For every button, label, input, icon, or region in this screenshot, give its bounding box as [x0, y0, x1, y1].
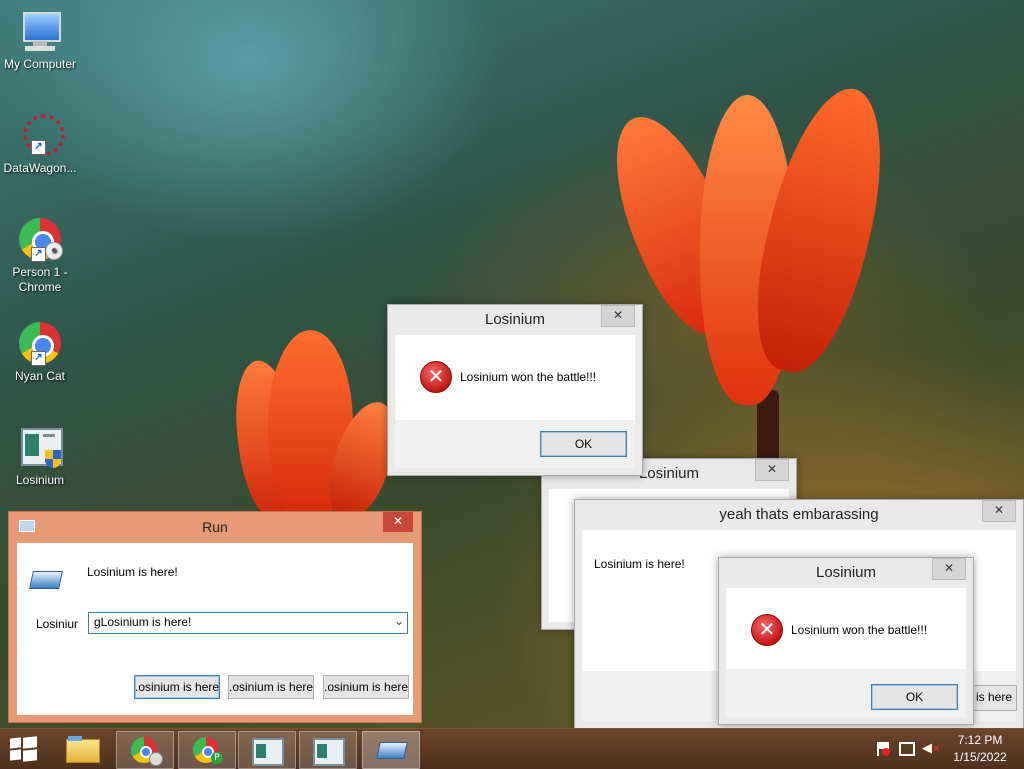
desktop-icon-label: My Computer	[3, 57, 77, 71]
close-button[interactable]: ✕	[383, 512, 413, 532]
run-input[interactable]: gLosinium is here! ⌄	[88, 612, 408, 634]
taskbar-file-explorer[interactable]	[54, 731, 110, 767]
shortcut-arrow-icon: ↗	[31, 140, 46, 155]
run-title: Run	[202, 519, 228, 535]
desktop-icon-losinium[interactable]: Losinium	[0, 424, 80, 488]
desktop-icon-nyan-cat[interactable]: ↗ Nyan Cat	[0, 320, 80, 384]
close-button[interactable]: ✕	[755, 459, 789, 481]
run-description: Losinium is here!	[87, 565, 178, 579]
action-center-flag-icon[interactable]	[876, 742, 890, 756]
losinium-dialog-top[interactable]: Losinium ✕ ✕ Losinium won the battle!!! …	[387, 304, 643, 476]
run-client: Losinium is here! Losiniur gLosinium is …	[17, 543, 413, 715]
desktop-icon-label: Person 1 - Chrome	[12, 265, 68, 294]
run-dialog[interactable]: Run ✕ Losinium is here! Losiniur gLosini…	[8, 511, 422, 723]
computer-icon	[17, 8, 63, 54]
network-icon[interactable]	[899, 742, 915, 756]
chrome-icon: ↗	[17, 320, 63, 366]
taskbar-run[interactable]	[362, 731, 420, 769]
datawagon-icon: ↗	[17, 112, 65, 158]
run-icon	[376, 742, 408, 759]
speaker-muted-icon[interactable]: ◀✕	[922, 741, 940, 757]
close-button[interactable]: ✕	[982, 500, 1016, 522]
taskbar-app-window-1[interactable]	[238, 731, 296, 769]
ok-button[interactable]: OK	[871, 684, 958, 710]
run-button-3[interactable]: .osinium is here	[323, 675, 409, 699]
desktop-icon-person1-chrome[interactable]: ● ↗ Person 1 - Chrome	[0, 216, 80, 295]
shortcut-arrow-icon: ↗	[31, 351, 46, 366]
taskbar-app-window-2[interactable]	[299, 731, 357, 769]
app-window-shield-icon	[17, 424, 63, 470]
close-button[interactable]: ✕	[932, 558, 966, 580]
dialog-message: Losinium won the battle!!!	[460, 370, 597, 384]
losinium-dialog-inner[interactable]: Losinium ✕ ✕ Losinium won the battle!!! …	[718, 557, 974, 725]
desktop-icon-label: Losinium	[15, 473, 65, 487]
chevron-down-icon[interactable]: ⌄	[394, 614, 404, 628]
desktop-icon-my-computer[interactable]: My Computer	[0, 8, 80, 72]
run-open-label: Losiniur	[36, 617, 79, 631]
taskbar: P ◀✕ 7:12 PM 1/15/2022	[0, 728, 1024, 769]
dialog-message: Losinium is here!	[594, 557, 685, 571]
taskbar-chrome-person[interactable]	[116, 731, 174, 769]
run-icon	[29, 571, 63, 589]
error-icon: ✕	[751, 614, 783, 646]
desktop-icon-label: DataWagon...	[3, 161, 77, 175]
file-explorer-icon	[66, 739, 100, 763]
dialog-title: yeah thats embarassing	[719, 506, 879, 523]
run-button-2[interactable]: .osinium is here	[228, 675, 314, 699]
shortcut-arrow-icon: ↗	[31, 247, 46, 262]
windows-logo-icon[interactable]	[10, 736, 38, 762]
run-footer	[17, 543, 413, 603]
clock-time[interactable]: 7:12 PM	[950, 733, 1010, 747]
error-icon: ✕	[420, 361, 452, 393]
clock-date[interactable]: 1/15/2022	[948, 750, 1012, 764]
run-button-1[interactable]: .osinium is here	[134, 675, 220, 699]
close-button[interactable]: ✕	[601, 305, 635, 327]
desktop-icon-label: Nyan Cat	[14, 369, 66, 383]
taskbar-chrome-p[interactable]: P	[178, 731, 236, 769]
ok-button[interactable]: OK	[540, 431, 627, 457]
run-input-value: gLosinium is here!	[94, 615, 192, 629]
dialog-message: Losinium won the battle!!!	[791, 623, 928, 637]
desktop-icon-datawagon[interactable]: ↗ DataWagon...	[0, 112, 80, 176]
chrome-icon: ● ↗	[17, 216, 63, 262]
